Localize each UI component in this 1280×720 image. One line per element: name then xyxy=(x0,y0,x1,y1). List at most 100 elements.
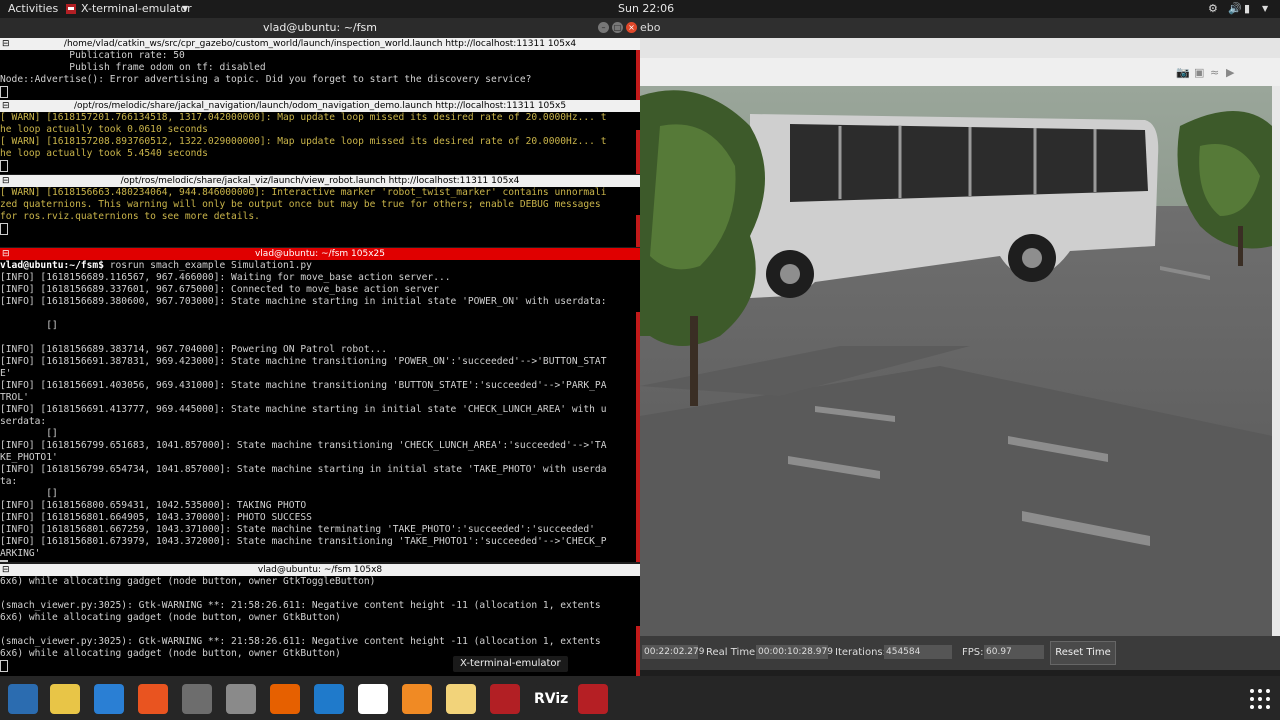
volume-icon[interactable]: 🔊 xyxy=(1228,2,1242,15)
terminal-cursor xyxy=(0,160,640,172)
terminal-line: Publication rate: 50 xyxy=(0,50,185,61)
sim-time-value: 00:22:02.279 xyxy=(642,645,705,659)
terminal-window-title: vlad@ubuntu: ~/fsm xyxy=(263,21,377,34)
rhythmbox-icon[interactable] xyxy=(50,684,80,714)
terminal-line: he loop actually took 5.4540 seconds xyxy=(0,148,208,159)
terminal-line: [INFO] [1618156801.673979, 1043.372000]:… xyxy=(0,536,607,547)
terminal-line: [INFO] [1618156691.387831, 969.423000]: … xyxy=(0,356,607,367)
terminal-line: Publish frame odom on tf: disabled xyxy=(0,62,266,73)
dock-tooltip: X-terminal-emulator xyxy=(453,656,568,672)
gazebo-icon[interactable] xyxy=(578,684,608,714)
ubuntu-software-icon[interactable] xyxy=(138,684,168,714)
terminal-window-titlebar[interactable]: vlad@ubuntu: ~/fsm – □ × xyxy=(0,18,640,38)
terminal-line: Node::Advertise(): Error advertising a t… xyxy=(0,74,532,85)
reset-time-button[interactable]: Reset Time xyxy=(1050,641,1116,665)
terminal-pane-inspection-world[interactable]: ⊟ /home/vlad/catkin_ws/src/cpr_gazebo/cu… xyxy=(0,38,640,100)
pdf-viewer-icon[interactable] xyxy=(358,684,388,714)
gazebo-title: ebo xyxy=(640,21,661,34)
terminal-scrollbar[interactable] xyxy=(636,50,640,100)
pane-menu-icon[interactable]: ⊟ xyxy=(2,564,10,576)
terminal-line: serdata: xyxy=(0,416,47,427)
battery-icon[interactable]: ▮ xyxy=(1244,2,1250,15)
terminal-cursor xyxy=(0,86,640,98)
terminal-line: 6x6) while allocating gadget (node butto… xyxy=(0,576,376,587)
record-icon[interactable]: ▣ xyxy=(1194,66,1204,79)
terminal-pane-header-active[interactable]: ⊟ vlad@ubuntu: ~/fsm 105x25 xyxy=(0,248,640,260)
terminal-line: [ WARN] [1618157201.766134518, 1317.0420… xyxy=(0,112,607,123)
terminal-line: TROL' xyxy=(0,392,29,403)
rviz-icon[interactable]: RViz xyxy=(534,684,568,714)
terminal-line: [INFO] [1618156691.413777, 969.445000]: … xyxy=(0,404,607,415)
pane-menu-icon[interactable]: ⊟ xyxy=(2,175,10,187)
gazebo-window: ebo 📷 ▣ ≈ ▶ 00:22:02.279 Real Time: 00:0… xyxy=(640,18,1280,670)
terminal-command-line: vlad@ubuntu:~/fsm$ rosrun smach_example … xyxy=(0,260,640,272)
terminal-scrollbar[interactable] xyxy=(636,215,640,247)
gazebo-3d-scene[interactable] xyxy=(640,86,1272,636)
top-bar: Activities X-terminal-emulator ▼ Sun 22:… xyxy=(0,0,1280,18)
iterations-label: Iterations: xyxy=(835,647,886,658)
screenshot-icon[interactable] xyxy=(226,684,256,714)
terminal-line: [] xyxy=(0,428,58,439)
shell-command: rosrun smach_example Simulation1.py xyxy=(103,260,312,271)
gazebo-right-panel[interactable] xyxy=(1272,86,1280,636)
maximize-button[interactable]: □ xyxy=(612,22,623,33)
terminal-scrollbar[interactable] xyxy=(636,130,640,174)
ros-box-icon[interactable] xyxy=(402,684,432,714)
terminal-line: [INFO] [1618156800.659431, 1042.535000]:… xyxy=(0,500,307,511)
fps-value: 60.97 xyxy=(984,645,1044,659)
terminal-pane-simulation[interactable]: ⊟ vlad@ubuntu: ~/fsm 105x25 vlad@ubuntu:… xyxy=(0,248,640,562)
gazebo-status-bar: 00:22:02.279 Real Time: 00:00:10:28.979 … xyxy=(640,636,1280,670)
real-time-value: 00:00:10:28.979 xyxy=(756,645,833,659)
gazebo-titlebar: ebo xyxy=(640,18,1280,38)
libreoffice-writer-icon[interactable] xyxy=(94,684,124,714)
network-icon[interactable]: ⚙ xyxy=(1208,2,1218,15)
video-icon[interactable]: ▶ xyxy=(1226,66,1234,79)
terminal-line: [INFO] [1618156799.651683, 1041.857000]:… xyxy=(0,440,607,451)
firefox-icon[interactable] xyxy=(270,684,300,714)
activities-button[interactable]: Activities xyxy=(8,0,58,18)
real-time-label: Real Time: xyxy=(706,647,759,658)
show-applications-icon[interactable] xyxy=(1249,688,1271,710)
close-button[interactable]: × xyxy=(626,22,637,33)
dock: RViz xyxy=(0,676,1280,720)
clock[interactable]: Sun 22:06 xyxy=(618,0,674,18)
terminal-pane-header[interactable]: ⊟ /home/vlad/catkin_ws/src/cpr_gazebo/cu… xyxy=(0,38,640,50)
text-editor-icon[interactable] xyxy=(446,684,476,714)
app-menu-label[interactable]: X-terminal-emulator xyxy=(81,0,192,18)
terminal-emulator-icon[interactable] xyxy=(490,684,520,714)
terminal-line: [INFO] [1618156689.383714, 967.704000]: … xyxy=(0,344,387,355)
terminal-line: zed quaternions. This warning will only … xyxy=(0,199,601,210)
terminal-line: [INFO] [1618156689.116567, 967.466000]: … xyxy=(0,272,451,283)
pane-menu-icon[interactable]: ⊟ xyxy=(2,100,10,112)
files-icon[interactable] xyxy=(182,684,212,714)
terminal-pane-odom-navigation[interactable]: ⊟ /opt/ros/melodic/share/jackal_navigati… xyxy=(0,100,640,174)
chevron-down-icon[interactable]: ▼ xyxy=(182,0,188,18)
terminal-line: [ WARN] [1618156663.480234064, 944.84600… xyxy=(0,187,607,198)
terminal-cursor xyxy=(0,560,640,562)
terminal-pane-header[interactable]: ⊟ /opt/ros/melodic/share/jackal_navigati… xyxy=(0,100,640,112)
terminal-pane-header[interactable]: ⊟ vlad@ubuntu: ~/fsm 105x8 xyxy=(0,564,640,576)
terminal-pane-view-robot[interactable]: ⊟ /opt/ros/melodic/share/jackal_viz/laun… xyxy=(0,175,640,247)
terminal-app-icon xyxy=(66,0,76,18)
fps-label: FPS: xyxy=(962,647,984,658)
minimize-button[interactable]: – xyxy=(598,22,609,33)
thunderbird-icon[interactable] xyxy=(8,684,38,714)
vscode-icon[interactable] xyxy=(314,684,344,714)
screenshot-icon[interactable]: 📷 xyxy=(1176,66,1190,79)
plot-icon[interactable]: ≈ xyxy=(1210,66,1219,79)
terminal-line: [ WARN] [1618157208.893760512, 1322.0290… xyxy=(0,136,607,147)
pane-menu-icon[interactable]: ⊟ xyxy=(2,248,10,260)
terminal-line: [INFO] [1618156689.337601, 967.675000]: … xyxy=(0,284,439,295)
terminal-cursor xyxy=(0,223,640,235)
terminal-scrollbar[interactable] xyxy=(636,312,640,562)
terminal-line: (smach_viewer.py:3025): Gtk-WARNING **: … xyxy=(0,636,601,647)
terminal-pane-header[interactable]: ⊟ /opt/ros/melodic/share/jackal_viz/laun… xyxy=(0,175,640,187)
terminal-scrollbar[interactable] xyxy=(636,626,640,676)
terminal-line: ARKING' xyxy=(0,548,41,559)
terminal-line: he loop actually took 0.0610 seconds xyxy=(0,124,208,135)
system-menu-chevron-icon[interactable]: ▼ xyxy=(1262,4,1268,13)
terminal-line: [INFO] [1618156799.654734, 1041.857000]:… xyxy=(0,464,607,475)
terminal-line: [INFO] [1618156801.664905, 1043.370000]:… xyxy=(0,512,312,523)
pane-menu-icon[interactable]: ⊟ xyxy=(2,38,10,50)
